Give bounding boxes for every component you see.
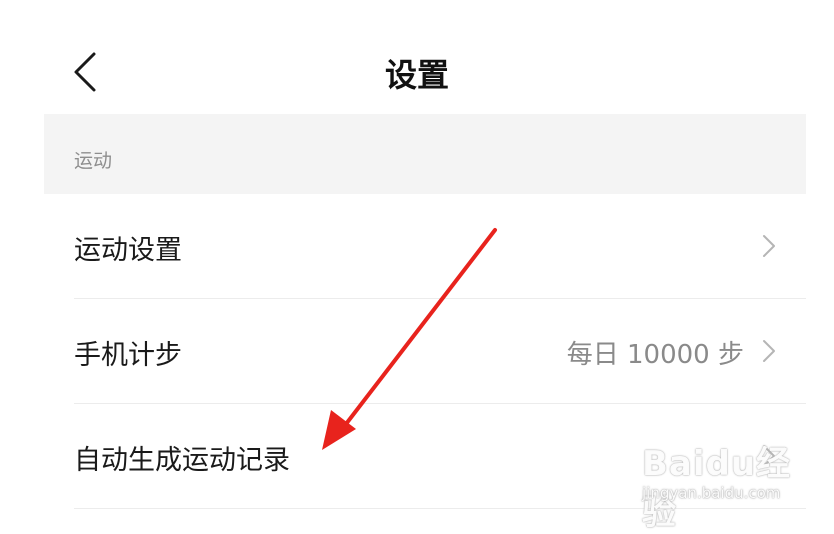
top-bar: 设置: [0, 0, 834, 114]
section-header: 运动: [44, 114, 806, 194]
baidu-watermark: Baidu经验 jingyan.baidu.com: [636, 432, 796, 533]
chevron-right-icon: [763, 235, 775, 257]
step-goal-value: 每日 10000 步: [566, 340, 744, 370]
watermark-url: jingyan.baidu.com: [642, 484, 781, 502]
list-item-label: 自动生成运动记录: [74, 445, 290, 476]
list-item-label: 手机计步: [74, 340, 182, 371]
list-item-sport-settings[interactable]: 运动设置: [44, 194, 806, 299]
list-item-phone-step-count[interactable]: 手机计步 每日 10000 步: [44, 299, 806, 404]
chevron-right-icon: [763, 340, 775, 362]
list-item-label: 运动设置: [74, 235, 182, 266]
page-title: 设置: [384, 56, 449, 94]
section-label: 运动: [74, 150, 113, 172]
